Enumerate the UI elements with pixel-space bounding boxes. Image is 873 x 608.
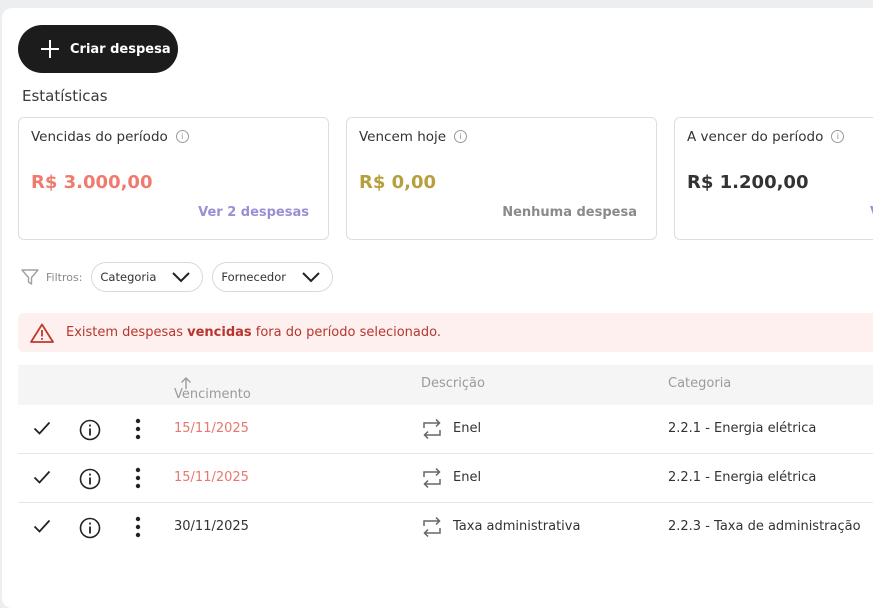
- stat-card-title: Vencem hoje: [359, 129, 447, 145]
- filters-label: Filtros:: [46, 270, 83, 284]
- info-icon[interactable]: i: [175, 129, 189, 143]
- due-date: 15/11/2025: [174, 421, 249, 436]
- repeat-icon: [421, 515, 443, 543]
- category-filter-label: Categoria: [100, 270, 157, 284]
- description-column-header[interactable]: Descrição: [421, 376, 485, 391]
- category: 2.2.3 - Taxa de administração: [668, 519, 861, 534]
- chevron-down-icon: [302, 271, 320, 283]
- info-icon[interactable]: i: [454, 129, 468, 143]
- due-column-header[interactable]: Vencimento: [174, 376, 251, 402]
- supplier-filter[interactable]: Fornecedor: [212, 262, 333, 292]
- category: 2.2.1 - Energia elétrica: [668, 470, 817, 485]
- stat-card-upcoming: A vencer do períodoi R$ 1.200,00 V: [674, 117, 873, 240]
- info-icon[interactable]: i: [831, 129, 845, 143]
- check-icon[interactable]: [33, 469, 51, 489]
- more-vertical-icon[interactable]: [135, 418, 141, 444]
- expenses-table: Vencimento Descrição Categoria 15/11/202…: [18, 365, 873, 551]
- plus-icon: [40, 39, 60, 59]
- category-column-header[interactable]: Categoria: [668, 376, 731, 391]
- description: Taxa administrativa: [453, 519, 581, 534]
- table-row: 15/11/2025 Enel 2.2.1 - Energia elétrica: [18, 405, 873, 454]
- info-circle-icon[interactable]: [79, 468, 101, 494]
- description: Enel: [453, 421, 482, 436]
- check-icon[interactable]: [33, 420, 51, 440]
- stat-card-value: R$ 0,00: [359, 172, 437, 193]
- stat-card-link: Nenhuma despesa: [502, 205, 637, 220]
- warning-triangle-icon: [30, 323, 54, 343]
- stat-card-title: A vencer do período: [687, 129, 824, 145]
- category: 2.2.1 - Energia elétrica: [668, 421, 817, 436]
- repeat-icon: [421, 466, 443, 494]
- due-date: 15/11/2025: [174, 470, 249, 485]
- filters-bar: Filtros: Categoria Fornecedor: [20, 262, 342, 292]
- info-circle-icon[interactable]: [79, 419, 101, 445]
- stat-card-link[interactable]: Ver 2 despesas: [198, 205, 309, 220]
- overdue-alert: Existem despesas vencidas fora do períod…: [18, 313, 873, 352]
- info-circle-icon[interactable]: [79, 517, 101, 543]
- table-row: 30/11/2025 Taxa administrativa 2.2.3 - T…: [18, 503, 873, 551]
- funnel-icon: [20, 267, 40, 287]
- supplier-filter-label: Fornecedor: [221, 270, 286, 284]
- create-expense-button[interactable]: Criar despesa: [18, 25, 178, 73]
- table-header: Vencimento Descrição Categoria: [18, 365, 873, 405]
- alert-text: Existem despesas vencidas fora do períod…: [66, 325, 441, 340]
- chevron-down-icon: [172, 271, 191, 283]
- repeat-icon: [421, 417, 443, 445]
- statistics-title: Estatísticas: [22, 87, 108, 105]
- table-row: 15/11/2025 Enel 2.2.1 - Energia elétrica: [18, 454, 873, 503]
- create-expense-label: Criar despesa: [70, 41, 171, 57]
- stat-card-due-today: Vencem hoje i R$ 0,00 Nenhuma despesa: [346, 117, 657, 240]
- more-vertical-icon[interactable]: [135, 467, 141, 493]
- category-filter[interactable]: Categoria: [91, 262, 204, 292]
- stat-card-overdue: Vencidas do período i R$ 3.000,00 Ver 2 d…: [18, 117, 329, 240]
- description: Enel: [453, 470, 482, 485]
- due-date: 30/11/2025: [174, 519, 249, 534]
- stat-card-value: R$ 1.200,00: [687, 172, 809, 193]
- more-vertical-icon[interactable]: [135, 516, 141, 542]
- stat-card-value: R$ 3.000,00: [31, 172, 153, 193]
- stat-card-title: Vencidas do período: [31, 129, 168, 145]
- check-icon[interactable]: [33, 518, 51, 538]
